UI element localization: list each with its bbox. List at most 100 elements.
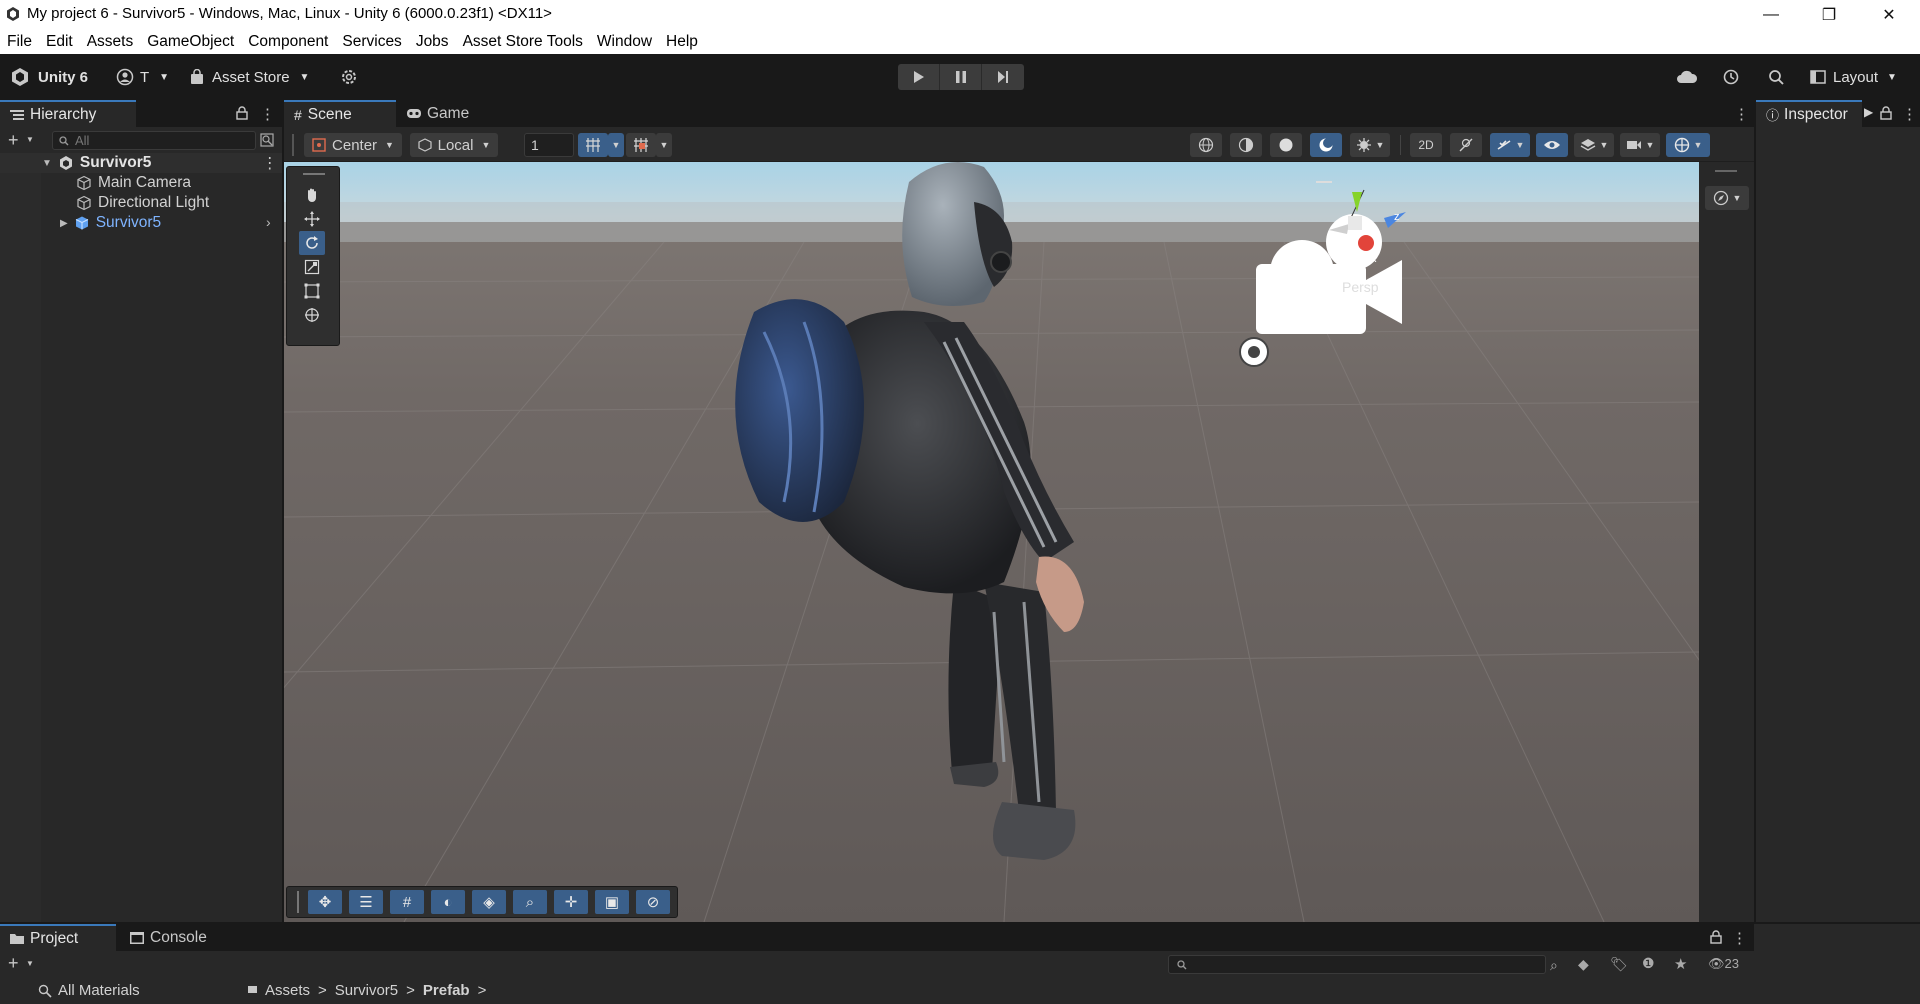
move-tool-button[interactable] (299, 207, 325, 231)
overlay-drag-handle[interactable] (297, 891, 299, 913)
more-options-icon[interactable]: ⋮ (260, 105, 275, 123)
add-button[interactable]: + (8, 130, 19, 151)
hierarchy-item-main-camera[interactable]: Main Camera (0, 173, 282, 193)
tab-console[interactable]: Console (120, 924, 230, 951)
play-button[interactable] (898, 64, 940, 90)
menu-edit[interactable]: Edit (46, 33, 73, 51)
menu-jobs[interactable]: Jobs (416, 33, 449, 51)
account-dropdown[interactable]: T ▼ (116, 64, 169, 90)
toolbar-drag-handle[interactable] (292, 134, 294, 156)
snap-dropdown[interactable]: ▼ (656, 133, 672, 157)
more-options-icon[interactable]: ⋮ (1734, 105, 1749, 123)
gizmo-axis-x[interactable]: x (1371, 253, 1377, 265)
minimize-button[interactable]: — (1742, 0, 1800, 29)
warning-icon[interactable]: ❶ (1642, 955, 1655, 972)
grid-snap-dropdown[interactable]: ▼ (608, 133, 624, 157)
menu-asset-store-tools[interactable]: Asset Store Tools (463, 33, 583, 51)
menu-component[interactable]: Component (248, 33, 328, 51)
asset-store-dropdown[interactable]: Asset Store ▼ (190, 64, 309, 90)
project-search-input[interactable] (1168, 955, 1546, 974)
menu-help[interactable]: Help (666, 33, 698, 51)
filter-by-type-icon[interactable]: ◆ (1578, 956, 1589, 973)
breadcrumb-prefab[interactable]: Prefab (423, 982, 470, 999)
debug-draw-mode-dropdown[interactable]: ▼ (1350, 133, 1390, 157)
camera-settings-dropdown[interactable]: ▼ (1620, 133, 1660, 157)
search-button[interactable] (1768, 64, 1785, 90)
scale-tool-button[interactable] (299, 255, 325, 279)
hierarchy-search-input[interactable]: All (52, 131, 256, 150)
gizmo-axis-z[interactable]: z (1394, 211, 1400, 223)
increment-snap-toggle[interactable] (626, 133, 656, 157)
favorites-all-materials[interactable]: All Materials (38, 982, 140, 999)
chevron-down-icon[interactable]: ▼ (26, 135, 34, 144)
menu-services[interactable]: Services (342, 33, 401, 51)
unlit-shading-button[interactable] (1310, 133, 1342, 157)
lock-icon[interactable] (1880, 106, 1892, 124)
effects-dropdown[interactable]: ▼ (1490, 133, 1530, 157)
expand-arrow-icon[interactable]: ▼ (42, 158, 52, 169)
tab-project[interactable]: Project (0, 924, 116, 951)
settings-button[interactable] (340, 64, 358, 90)
pause-button[interactable] (940, 64, 982, 90)
2d-toggle[interactable]: 2D (1410, 133, 1442, 157)
filter-by-label-icon[interactable]: 🏷 (1610, 956, 1628, 973)
favorite-star-icon[interactable]: ★ (1674, 955, 1687, 973)
scene-visibility-toggle[interactable] (1536, 133, 1568, 157)
more-options-icon[interactable]: ⋮ (262, 154, 278, 173)
hidden-packages-toggle[interactable]: 👁23 (1708, 956, 1739, 972)
rotate-tool-button[interactable] (299, 231, 325, 255)
directional-light-gizmo[interactable] (1239, 337, 1269, 367)
more-options-icon[interactable]: ⋮ (1902, 105, 1917, 123)
chevron-down-icon[interactable]: ▼ (26, 959, 34, 968)
overlay-drag-handle[interactable] (303, 173, 325, 175)
tab-scene[interactable]: # Scene (284, 100, 396, 127)
hierarchy-item-scene[interactable]: ▼ Survivor5 ⋮ (0, 153, 282, 173)
menu-window[interactable]: Window (597, 33, 652, 51)
overlay-layers-button[interactable]: ◈ (472, 890, 506, 914)
history-button[interactable] (1722, 64, 1740, 90)
gizmo-projection-label[interactable]: Persp (1342, 279, 1379, 295)
menu-file[interactable]: File (7, 33, 32, 51)
pivot-mode-dropdown[interactable]: Center ▼ (304, 133, 402, 157)
overlay-sliders-button[interactable]: ☰ (349, 890, 383, 914)
unity-account-button[interactable]: Unity 6 (10, 64, 88, 90)
lock-icon[interactable] (1710, 930, 1722, 948)
hand-tool-button[interactable] (299, 183, 325, 207)
create-button[interactable]: + (8, 953, 19, 974)
chevron-right-icon[interactable]: ▶ (1864, 105, 1873, 119)
overlay-grid-button[interactable]: # (390, 890, 424, 914)
rect-tool-button[interactable] (299, 279, 325, 303)
close-button[interactable]: ✕ (1860, 0, 1918, 29)
scene-render[interactable]: z x Persp (284, 162, 1699, 922)
tab-game[interactable]: Game (396, 100, 486, 127)
tab-hierarchy[interactable]: Hierarchy (0, 100, 136, 127)
cloud-button[interactable] (1676, 64, 1698, 90)
grid-snap-input[interactable]: 1 (524, 133, 574, 157)
step-button[interactable] (982, 64, 1024, 90)
layout-dropdown[interactable]: Layout ▼ (1810, 64, 1897, 90)
overlay-camera-button[interactable]: ▣ (595, 890, 629, 914)
hierarchy-item-survivor5-prefab[interactable]: ▶ Survivor5 › (0, 213, 282, 233)
overlay-navigation-button[interactable]: ⊘ (636, 890, 670, 914)
menu-assets[interactable]: Assets (87, 33, 134, 51)
wireframe-shading-button[interactable] (1190, 133, 1222, 157)
search-filter-icon[interactable]: ⌕ (1550, 957, 1558, 974)
shaded-wireframe-button[interactable] (1230, 133, 1262, 157)
chevron-right-icon[interactable]: › (266, 214, 271, 230)
layers-dropdown[interactable]: ▼ (1574, 133, 1614, 157)
shaded-button[interactable] (1270, 133, 1302, 157)
expand-arrow-icon[interactable]: ▶ (60, 218, 68, 229)
lock-icon[interactable] (236, 106, 248, 124)
hierarchy-item-directional-light[interactable]: Directional Light (0, 193, 282, 213)
maximize-button[interactable]: ❐ (1800, 0, 1858, 29)
transform-tool-button[interactable] (299, 303, 325, 327)
grid-snapping-toggle[interactable] (578, 133, 608, 157)
gizmos-dropdown[interactable]: ▼ (1666, 133, 1710, 157)
overlay-pivot-button[interactable]: ✛ (554, 890, 588, 914)
scene-viewport[interactable]: z x Persp ✥ ☰ # ◐ ◈ ⌕ ✛ ▣ ⊘ (284, 162, 1699, 922)
breadcrumb-survivor5[interactable]: Survivor5 (335, 982, 398, 999)
overlay-shading-button[interactable]: ◐ (431, 890, 465, 914)
overlay-move-button[interactable]: ✥ (308, 890, 342, 914)
search-filter-icon[interactable] (260, 133, 274, 151)
navigation-dropdown[interactable]: ▼ (1705, 186, 1749, 210)
